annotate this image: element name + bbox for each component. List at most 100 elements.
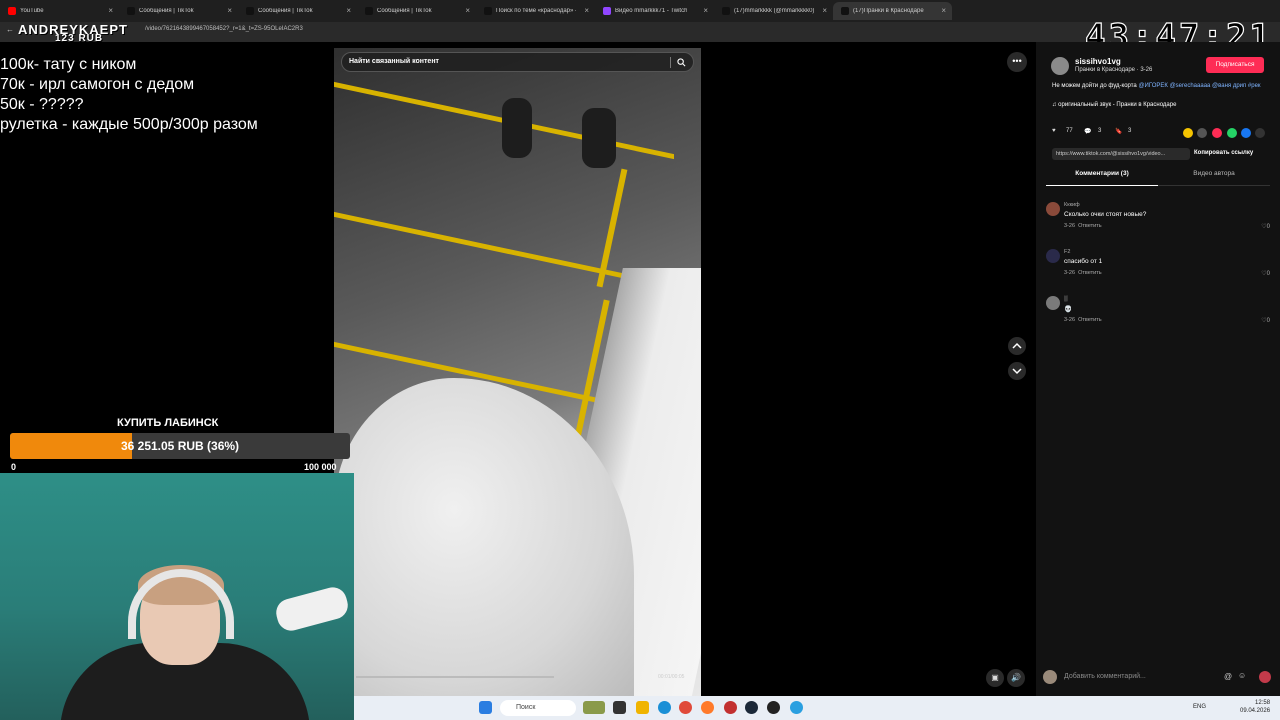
browser-tab[interactable]: Сообщения | TikTok × bbox=[357, 2, 476, 20]
post-comment-button[interactable] bbox=[1259, 671, 1271, 683]
close-tab-icon[interactable]: × bbox=[941, 6, 946, 15]
tab-comments[interactable]: Комментарии (3) bbox=[1046, 170, 1158, 186]
goal-min-label: 0 bbox=[11, 462, 17, 472]
comment-like[interactable]: ♡0 bbox=[1261, 223, 1270, 230]
tab-favicon-icon bbox=[8, 7, 16, 15]
close-tab-icon[interactable]: × bbox=[584, 6, 589, 15]
comment-like-count: 0 bbox=[1266, 318, 1270, 324]
comment-reply-link[interactable]: Ответить bbox=[1078, 270, 1102, 276]
webcam-prop bbox=[273, 584, 351, 634]
video-progress-bar[interactable] bbox=[356, 676, 555, 678]
clock-time: 12:58 bbox=[1255, 700, 1271, 706]
url-text[interactable]: /video/7621643899467058452?_r=1&_t=ZS-95… bbox=[145, 26, 303, 32]
share-arrow-icon[interactable] bbox=[1255, 128, 1265, 138]
facebook-icon[interactable] bbox=[1241, 128, 1251, 138]
pip-icon: ▣ bbox=[991, 673, 999, 682]
webcam-feed bbox=[0, 473, 354, 720]
caption-tags[interactable]: @ИГОРЕК @serechaaaaa @ваня дрип #рек bbox=[1138, 83, 1260, 89]
pip-button[interactable]: ▣ bbox=[986, 669, 1004, 687]
current-user-avatar bbox=[1043, 670, 1057, 684]
emoji-icon[interactable]: ☺ bbox=[1238, 671, 1246, 680]
close-tab-icon[interactable]: × bbox=[227, 6, 232, 15]
embed-icon[interactable] bbox=[1197, 128, 1207, 138]
shoe-right bbox=[582, 108, 616, 168]
close-tab-icon[interactable]: × bbox=[703, 6, 708, 15]
browser-tab[interactable]: (17)mmarkkkk (@mmarkkkk0) | × bbox=[714, 2, 833, 20]
comment-like[interactable]: ♡0 bbox=[1261, 317, 1270, 324]
donation-line: рулетка - каждые 500р/300р разом bbox=[0, 116, 258, 133]
taskbar-search[interactable]: Поиск bbox=[500, 700, 576, 716]
share-coin-icon[interactable] bbox=[1183, 128, 1193, 138]
widgets-icon[interactable] bbox=[583, 701, 605, 714]
browser-tab[interactable]: Видео mmarkkk71 - Twitch × bbox=[595, 2, 714, 20]
edge-icon[interactable] bbox=[658, 701, 671, 714]
file-explorer-icon[interactable] bbox=[636, 701, 649, 714]
close-tab-icon[interactable]: × bbox=[108, 6, 113, 15]
comment-avatar[interactable] bbox=[1046, 296, 1060, 310]
app-icon[interactable] bbox=[724, 701, 737, 714]
previous-video-button[interactable] bbox=[1008, 337, 1026, 355]
goal-progress-text: 36 251.05 RUB (36%) bbox=[120, 439, 240, 453]
overlay-rub: 123 RUB bbox=[55, 33, 104, 44]
chevron-up-icon bbox=[1012, 342, 1022, 349]
bookmark-icon[interactable]: 🔖 bbox=[1115, 128, 1122, 135]
donation-line: 50к - ????? bbox=[0, 96, 84, 113]
comment-author[interactable]: Кккиф bbox=[1064, 202, 1080, 208]
mention-icon[interactable]: @ bbox=[1224, 672, 1232, 681]
related-content-search[interactable]: Найти связанный контент bbox=[341, 52, 694, 72]
tab-label: YouTube bbox=[20, 8, 44, 14]
browser-tab[interactable]: Сообщения | TikTok × bbox=[238, 2, 357, 20]
windows-taskbar bbox=[354, 696, 1280, 720]
browser-tab[interactable]: YouTube × bbox=[0, 2, 119, 20]
heart-icon[interactable]: ♥ bbox=[1052, 128, 1056, 134]
windows-start-icon[interactable] bbox=[479, 701, 492, 714]
copy-link-button[interactable]: Копировать ссылку bbox=[1194, 150, 1253, 156]
browser-icon[interactable] bbox=[701, 701, 714, 714]
share-link-field[interactable]: https://www.tiktok.com/@sissihvo1vg/vide… bbox=[1052, 148, 1190, 160]
author-avatar[interactable] bbox=[1051, 57, 1069, 75]
comment-avatar[interactable] bbox=[1046, 202, 1060, 216]
tab-label: Поиск по теме «краснодар» - bbox=[496, 8, 576, 14]
send-icon[interactable] bbox=[1212, 128, 1222, 138]
back-arrow-icon[interactable]: ← bbox=[6, 25, 14, 34]
comment-reply-link[interactable]: Ответить bbox=[1078, 223, 1102, 229]
tab-creator-videos[interactable]: Видео автора bbox=[1158, 170, 1270, 186]
comment-author[interactable]: F2 bbox=[1064, 249, 1070, 255]
tab-favicon-icon bbox=[841, 7, 849, 15]
tab-label: (17)mmarkkkk (@mmarkkkk0) | bbox=[734, 8, 814, 14]
taskbar-clock[interactable]: 12:58 09.04.2026 bbox=[1240, 699, 1270, 715]
search-placeholder: Найти связанный контент bbox=[349, 58, 439, 65]
sound-label[interactable]: ♫ оригинальный звук - Пранки в Краснодар… bbox=[1052, 102, 1176, 108]
search-icon[interactable] bbox=[677, 58, 686, 67]
browser-tab[interactable]: (17)Пранки в Краснодаре × bbox=[833, 2, 952, 20]
volume-button[interactable]: 🔊 bbox=[1007, 669, 1025, 687]
close-tab-icon[interactable]: × bbox=[822, 6, 827, 15]
telegram-icon[interactable] bbox=[790, 701, 803, 714]
tiktok-side-panel bbox=[1036, 42, 1280, 696]
comment-like[interactable]: ♡0 bbox=[1261, 270, 1270, 277]
tab-label: (17)Пранки в Краснодаре bbox=[853, 8, 924, 14]
author-name[interactable]: sissihvo1vg bbox=[1075, 57, 1121, 66]
task-view-icon[interactable] bbox=[613, 701, 626, 714]
comment-icon[interactable]: 💬 bbox=[1084, 128, 1091, 135]
chrome-icon[interactable] bbox=[679, 701, 692, 714]
browser-tab[interactable]: Поиск по теме «краснодар» - × bbox=[476, 2, 595, 20]
more-options-icon[interactable]: ••• bbox=[1007, 52, 1027, 72]
video-frame[interactable] bbox=[334, 48, 701, 698]
tab-favicon-icon bbox=[603, 7, 611, 15]
follow-button[interactable]: Подписаться bbox=[1206, 57, 1264, 73]
close-tab-icon[interactable]: × bbox=[465, 6, 470, 15]
next-video-button[interactable] bbox=[1008, 362, 1026, 380]
comment-item: F2 спасибо от 1 3-26 Ответить ♡0 bbox=[1046, 249, 1272, 289]
steam-icon[interactable] bbox=[745, 701, 758, 714]
comment-avatar[interactable] bbox=[1046, 249, 1060, 263]
comment-author[interactable]: ▒ bbox=[1064, 296, 1068, 302]
comment-reply-link[interactable]: Ответить bbox=[1078, 317, 1102, 323]
browser-tab[interactable]: Сообщения | TikTok × bbox=[119, 2, 238, 20]
whatsapp-icon[interactable] bbox=[1227, 128, 1237, 138]
language-indicator[interactable]: ENG bbox=[1193, 704, 1206, 710]
comment-date: 3-26 bbox=[1064, 317, 1076, 323]
close-tab-icon[interactable]: × bbox=[346, 6, 351, 15]
app-icon[interactable] bbox=[767, 701, 780, 714]
comment-meta: 3-26 Ответить bbox=[1064, 270, 1102, 276]
